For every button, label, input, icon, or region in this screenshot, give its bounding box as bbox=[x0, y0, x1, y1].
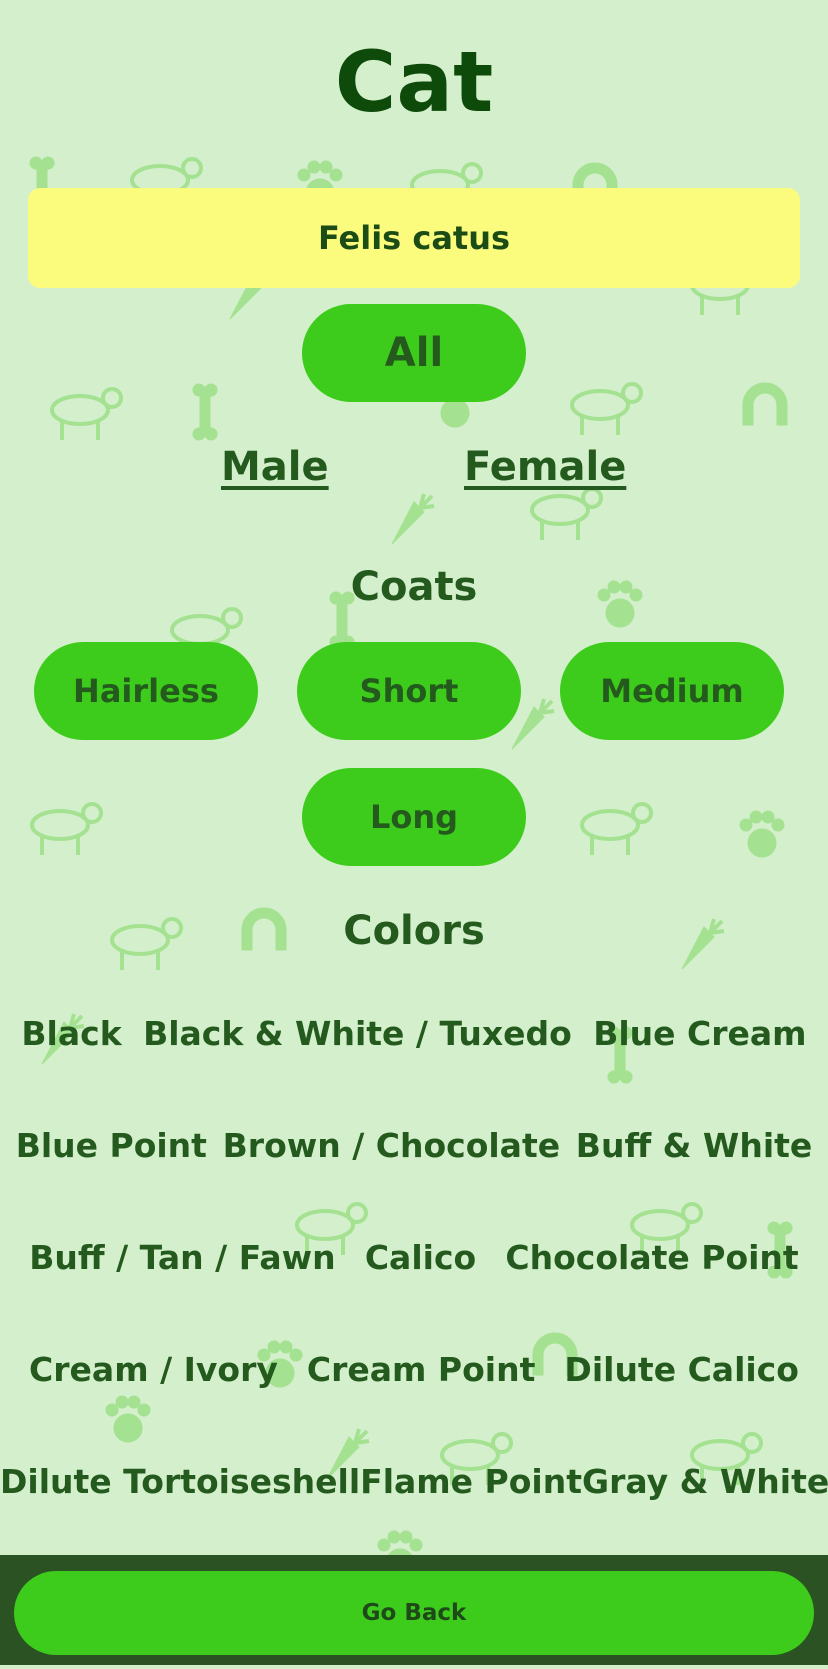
coat-hairless-button[interactable]: Hairless bbox=[34, 642, 258, 740]
color-row: Blue Point Brown / Chocolate Buff & Whit… bbox=[0, 1126, 828, 1165]
go-back-button[interactable]: Go Back bbox=[14, 1571, 814, 1655]
color-row: Buff / Tan / Fawn Calico Chocolate Point bbox=[0, 1238, 828, 1277]
color-option[interactable]: Brown / Chocolate bbox=[223, 1126, 560, 1165]
color-row: Dilute Tortoiseshell Flame Point Gray & … bbox=[0, 1462, 828, 1501]
coat-long-button[interactable]: Long bbox=[302, 768, 526, 866]
coats-heading: Coats bbox=[350, 564, 478, 610]
color-option[interactable]: Calico bbox=[365, 1238, 476, 1277]
color-option[interactable]: Cream / Ivory bbox=[29, 1350, 278, 1389]
colors-heading: Colors bbox=[343, 908, 485, 954]
all-filter-button[interactable]: All bbox=[302, 304, 526, 402]
color-option[interactable]: Dilute Tortoiseshell bbox=[0, 1462, 360, 1501]
scientific-name-banner: Felis catus bbox=[28, 188, 800, 288]
color-row: Black Black & White / Tuxedo Blue Cream bbox=[0, 1014, 828, 1053]
color-option[interactable]: Blue Point bbox=[16, 1126, 207, 1165]
go-back-label: Go Back bbox=[361, 1600, 467, 1626]
coat-label: Long bbox=[369, 798, 459, 836]
coat-short-button[interactable]: Short bbox=[297, 642, 521, 740]
color-option[interactable]: Flame Point bbox=[360, 1462, 582, 1501]
page-title: Cat bbox=[334, 33, 494, 131]
color-option[interactable]: Blue Cream bbox=[593, 1014, 806, 1053]
color-option[interactable]: Black & White / Tuxedo bbox=[143, 1014, 572, 1053]
color-option[interactable]: Buff / Tan / Fawn bbox=[29, 1238, 335, 1277]
scientific-name: Felis catus bbox=[317, 219, 511, 257]
coat-medium-button[interactable]: Medium bbox=[560, 642, 784, 740]
color-option[interactable]: Buff & White bbox=[576, 1126, 813, 1165]
color-option[interactable]: Dilute Calico bbox=[564, 1350, 799, 1389]
color-option[interactable]: Chocolate Point bbox=[505, 1238, 798, 1277]
footer-bar: Go Back bbox=[0, 1555, 828, 1665]
color-option[interactable]: Black bbox=[21, 1014, 121, 1053]
color-row: Cream / Ivory Cream Point Dilute Calico bbox=[0, 1350, 828, 1389]
coat-label: Medium bbox=[600, 672, 744, 710]
female-filter-link[interactable]: Female bbox=[464, 444, 626, 490]
color-option[interactable]: Gray & White bbox=[582, 1462, 828, 1501]
male-filter-link[interactable]: Male bbox=[221, 444, 329, 490]
color-option[interactable]: Cream Point bbox=[307, 1350, 535, 1389]
all-filter-label: All bbox=[384, 330, 444, 376]
coat-label: Hairless bbox=[73, 672, 219, 710]
coat-label: Short bbox=[359, 672, 459, 710]
